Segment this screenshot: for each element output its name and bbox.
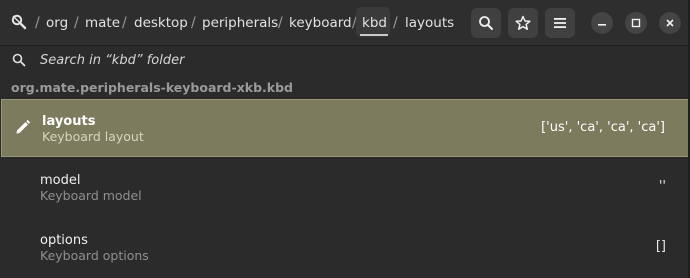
breadcrumb-keyboard[interactable]: keyboard xyxy=(289,14,352,32)
breadcrumb-separator: / xyxy=(393,15,398,31)
minimize-button[interactable] xyxy=(591,12,613,34)
key-name: layouts xyxy=(42,114,96,129)
schema-label: org.mate.peripherals-keyboard-xkb.kbd xyxy=(11,80,293,95)
key-row-options[interactable]: options Keyboard options [] xyxy=(0,219,690,277)
breadcrumb-desktop[interactable]: desktop xyxy=(134,14,188,32)
star-icon xyxy=(515,15,531,30)
breadcrumb-org[interactable]: org xyxy=(46,14,68,32)
search-icon xyxy=(479,16,493,30)
key-value: ['us', 'ca', 'ca', 'ca'] xyxy=(541,120,665,135)
menu-icon xyxy=(554,18,566,28)
key-value: [] xyxy=(655,239,666,254)
search-input[interactable]: Search in “kbd” folder xyxy=(40,52,184,69)
dconf-app-icon[interactable] xyxy=(10,13,28,31)
key-summary: Keyboard layout xyxy=(42,129,144,144)
bookmark-button[interactable] xyxy=(508,8,538,38)
key-row-layouts[interactable]: layouts Keyboard layout ['us', 'ca', 'ca… xyxy=(1,99,690,157)
maximize-icon xyxy=(631,18,641,28)
header-bar: / org / mate / desktop / peripherals / k… xyxy=(0,0,690,46)
key-summary: Keyboard options xyxy=(40,248,149,263)
search-bar[interactable]: Search in “kbd” folder xyxy=(0,46,690,76)
breadcrumb-kbd[interactable]: kbd xyxy=(362,14,387,32)
breadcrumb-separator: / xyxy=(35,15,40,31)
close-button[interactable] xyxy=(659,12,681,34)
breadcrumb-separator: / xyxy=(74,15,79,31)
key-value: '' xyxy=(658,179,666,194)
key-row-model[interactable]: model Keyboard model '' xyxy=(0,159,690,217)
search-button[interactable] xyxy=(471,8,501,38)
main-menu-button[interactable] xyxy=(545,8,575,38)
search-icon xyxy=(12,53,26,67)
breadcrumb-separator: / xyxy=(122,15,127,31)
close-icon xyxy=(666,19,674,27)
breadcrumb-separator: / xyxy=(278,15,283,31)
key-name: options xyxy=(40,233,88,248)
pencil-icon xyxy=(16,119,31,134)
key-name: model xyxy=(40,173,81,188)
maximize-button[interactable] xyxy=(625,12,647,34)
key-summary: Keyboard model xyxy=(40,188,142,203)
breadcrumb-separator: / xyxy=(191,15,196,31)
breadcrumb-active-underline xyxy=(360,34,388,36)
breadcrumb-layouts[interactable]: layouts xyxy=(405,14,454,32)
breadcrumb-mate[interactable]: mate xyxy=(85,14,120,32)
breadcrumb-peripherals[interactable]: peripherals xyxy=(202,14,278,32)
minimize-icon xyxy=(598,24,606,26)
